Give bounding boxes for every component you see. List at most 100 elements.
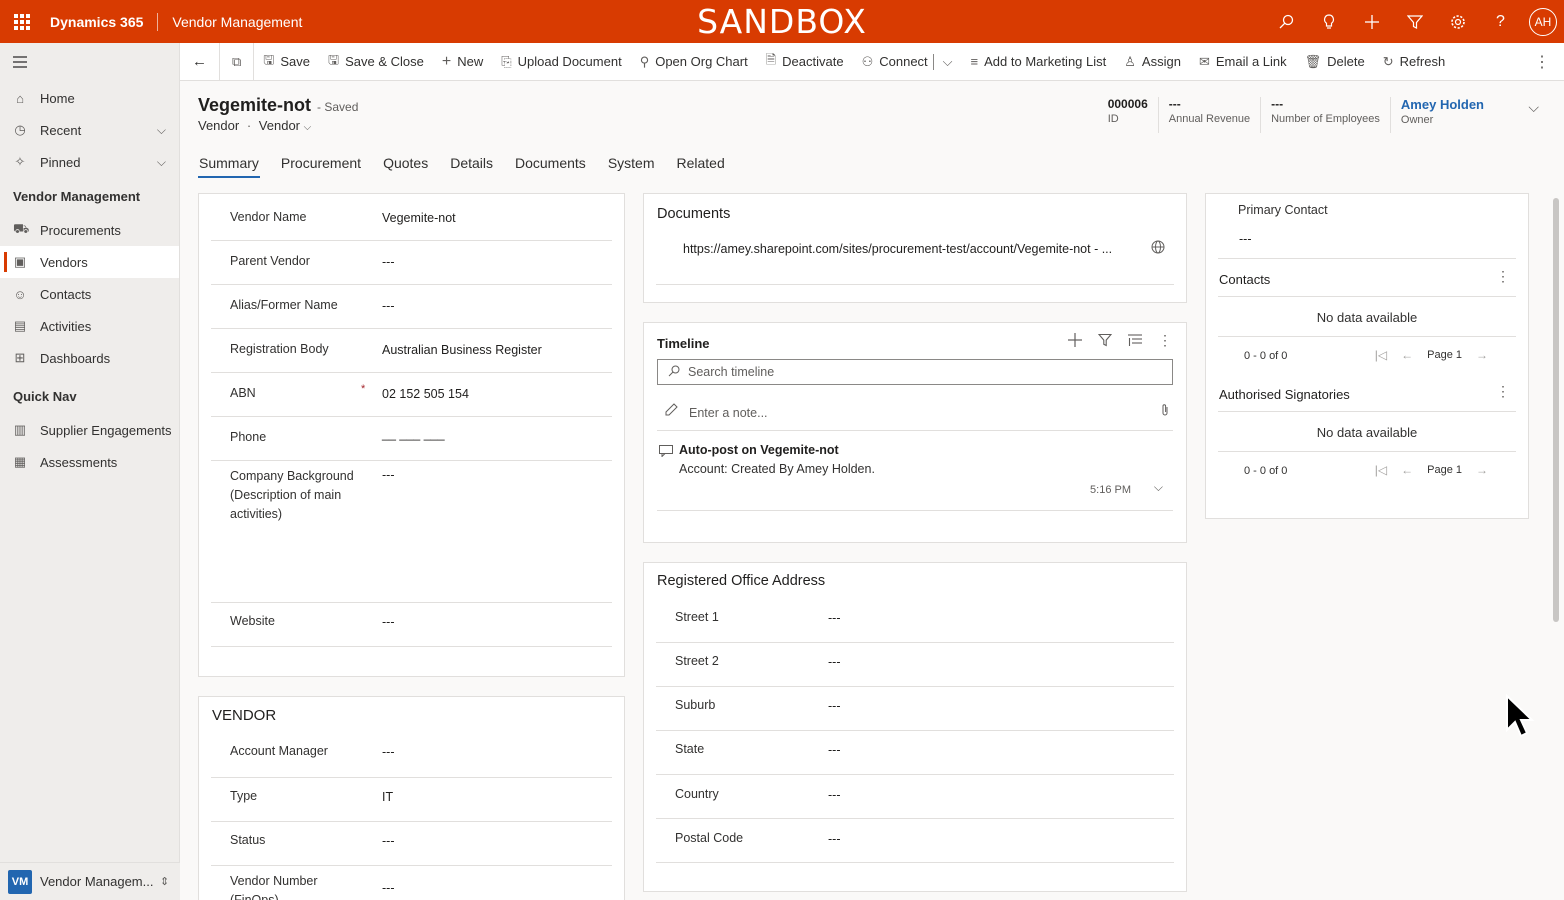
field-value[interactable]: --- <box>828 699 841 713</box>
timeline-post[interactable]: Auto-post on Vegemite-not Account: Creat… <box>657 433 1173 511</box>
sort-list-icon[interactable] <box>1128 333 1142 351</box>
tab-summary[interactable]: Summary <box>198 153 260 178</box>
globe-icon[interactable] <box>1151 240 1165 257</box>
field-status[interactable]: Status --- <box>211 822 612 866</box>
paperclip-icon[interactable] <box>1161 403 1169 420</box>
filter-icon[interactable] <box>1393 0 1436 43</box>
tab-system[interactable]: System <box>607 153 656 178</box>
field-country[interactable]: Country --- <box>656 775 1174 819</box>
timeline-search-input[interactable]: Search timeline <box>657 359 1173 385</box>
upload-document-button[interactable]: ⎘ Upload Document <box>492 43 630 81</box>
next-page-icon[interactable]: → <box>1476 348 1488 362</box>
previous-page-icon[interactable]: ← <box>1401 463 1413 477</box>
field-value[interactable]: --- <box>828 655 841 669</box>
previous-page-icon[interactable]: ← <box>1401 348 1413 362</box>
add-to-marketing-list-button[interactable]: ≡ Add to Marketing List <box>962 43 1116 81</box>
tab-procurement[interactable]: Procurement <box>280 153 362 178</box>
field-value[interactable]: --- <box>828 832 841 846</box>
chevron-down-icon[interactable]: ⌵ <box>1154 480 1163 495</box>
field-value[interactable]: --- <box>828 743 841 757</box>
area-switcher[interactable]: VM Vendor Managem... ⇕ <box>0 862 180 900</box>
deactivate-button[interactable]: 🗎 Deactivate <box>757 43 853 81</box>
field-vendor-number[interactable]: Vendor Number (FinOps) --- <box>211 866 612 900</box>
delete-button[interactable]: 🗑 Delete <box>1296 43 1374 81</box>
first-page-icon[interactable]: |◁ <box>1375 463 1387 477</box>
field-type[interactable]: Type IT <box>211 778 612 822</box>
field-value[interactable]: --- <box>382 299 395 313</box>
form-selector[interactable]: Vendor ⌵ <box>259 118 311 133</box>
filter-icon[interactable] <box>1097 333 1113 351</box>
user-avatar[interactable]: AH <box>1529 7 1557 36</box>
field-account-manager[interactable]: Account Manager --- <box>211 733 612 778</box>
back-button[interactable]: ← <box>180 43 219 81</box>
field-registration-body[interactable]: Registration Body Australian Business Re… <box>211 329 612 373</box>
field-value[interactable]: --- <box>382 615 395 629</box>
field-value[interactable]: __ ___ ___ <box>382 427 445 441</box>
sidebar-item-recent[interactable]: ◷ Recent ⌵ <box>0 114 179 146</box>
chevron-down-icon[interactable]: ⌵ <box>157 123 166 138</box>
save-close-button[interactable]: 🖫 Save & Close <box>319 43 433 81</box>
timeline-note-input[interactable]: Enter a note... <box>657 393 1173 431</box>
sidebar-item-pinned[interactable]: ✧ Pinned ⌵ <box>0 146 179 178</box>
sidebar-item-home[interactable]: ⌂ Home <box>0 82 179 114</box>
tab-quotes[interactable]: Quotes <box>382 153 429 178</box>
field-value[interactable]: --- <box>382 468 395 482</box>
field-parent-vendor[interactable]: Parent Vendor --- <box>211 241 612 285</box>
app-name[interactable]: Vendor Management <box>158 14 302 30</box>
more-options-icon[interactable]: ⋮ <box>1158 333 1172 351</box>
chevron-down-icon[interactable]: ⌵ <box>157 155 166 170</box>
field-alias[interactable]: Alias/Former Name --- <box>211 285 612 329</box>
sidebar-item-activities[interactable]: ▤ Activities <box>0 310 179 342</box>
next-page-icon[interactable]: → <box>1476 463 1488 477</box>
first-page-icon[interactable]: |◁ <box>1375 348 1387 362</box>
sidebar-item-vendors[interactable]: ▣ Vendors <box>0 246 179 278</box>
page-scrollbar[interactable] <box>1553 198 1559 622</box>
open-org-chart-button[interactable]: ⚲ Open Org Chart <box>631 43 757 81</box>
field-value[interactable]: --- <box>382 745 395 759</box>
connect-button[interactable]: ⚇ Connect <box>853 43 937 81</box>
add-timeline-plus-icon[interactable] <box>1068 333 1082 351</box>
new-button[interactable]: + New <box>433 43 492 81</box>
app-launcher-waffle-icon[interactable] <box>0 0 43 43</box>
field-value[interactable]: --- <box>382 881 395 895</box>
field-value[interactable]: 02 152 505 154 <box>382 387 469 401</box>
primary-contact-value[interactable]: --- <box>1239 232 1252 246</box>
field-postal-code[interactable]: Postal Code --- <box>656 819 1174 863</box>
field-abn[interactable]: ABN * 02 152 505 154 <box>211 373 612 417</box>
field-vendor-name[interactable]: Vendor Name Vegemite-not <box>211 194 612 241</box>
sidebar-item-supplier-engagements[interactable]: ▥ Supplier Engagements <box>0 414 179 446</box>
sidebar-item-dashboards[interactable]: ⊞ Dashboards <box>0 342 179 374</box>
lightbulb-icon[interactable] <box>1307 0 1350 43</box>
connect-dropdown-button[interactable]: ⌵ <box>934 43 962 81</box>
gear-icon[interactable] <box>1436 0 1479 43</box>
open-new-window-button[interactable]: ⧉ <box>219 42 255 81</box>
search-icon[interactable] <box>1264 0 1307 43</box>
field-value[interactable]: --- <box>828 788 841 802</box>
sidebar-item-contacts[interactable]: ☺ Contacts <box>0 278 179 310</box>
more-commands-icon[interactable]: ⋮ <box>1534 43 1550 81</box>
hamburger-menu-icon[interactable] <box>0 43 179 81</box>
tab-related[interactable]: Related <box>676 153 726 178</box>
field-phone[interactable]: Phone __ ___ ___ <box>211 417 612 461</box>
field-value[interactable]: --- <box>382 255 395 269</box>
field-value[interactable]: --- <box>382 834 395 848</box>
field-street-1[interactable]: Street 1 --- <box>656 599 1174 643</box>
field-value[interactable]: Australian Business Register <box>382 343 542 357</box>
field-value[interactable]: Vegemite-not <box>382 211 456 225</box>
sidebar-item-procurements[interactable]: ⛟ Procurements <box>0 214 179 246</box>
tab-details[interactable]: Details <box>449 153 494 178</box>
document-location-link[interactable]: https://amey.sharepoint.com/sites/procur… <box>683 242 1143 256</box>
field-website[interactable]: Website --- <box>211 603 612 647</box>
header-expand-chevron-icon[interactable]: ⌵ <box>1528 99 1539 116</box>
owner-link[interactable]: Amey Holden <box>1401 97 1484 112</box>
field-company-background[interactable]: Company Background (Description of main … <box>211 461 612 603</box>
sidebar-item-assessments[interactable]: ▦ Assessments <box>0 446 179 478</box>
refresh-button[interactable]: ↻ Refresh <box>1374 43 1454 81</box>
tab-documents[interactable]: Documents <box>514 153 587 178</box>
brand-name[interactable]: Dynamics 365 <box>43 12 159 31</box>
help-icon[interactable]: ? <box>1479 0 1522 43</box>
field-suburb[interactable]: Suburb --- <box>656 687 1174 731</box>
more-options-icon[interactable]: ⋮ <box>1496 268 1510 285</box>
field-value[interactable]: --- <box>828 611 841 625</box>
field-street-2[interactable]: Street 2 --- <box>656 643 1174 687</box>
